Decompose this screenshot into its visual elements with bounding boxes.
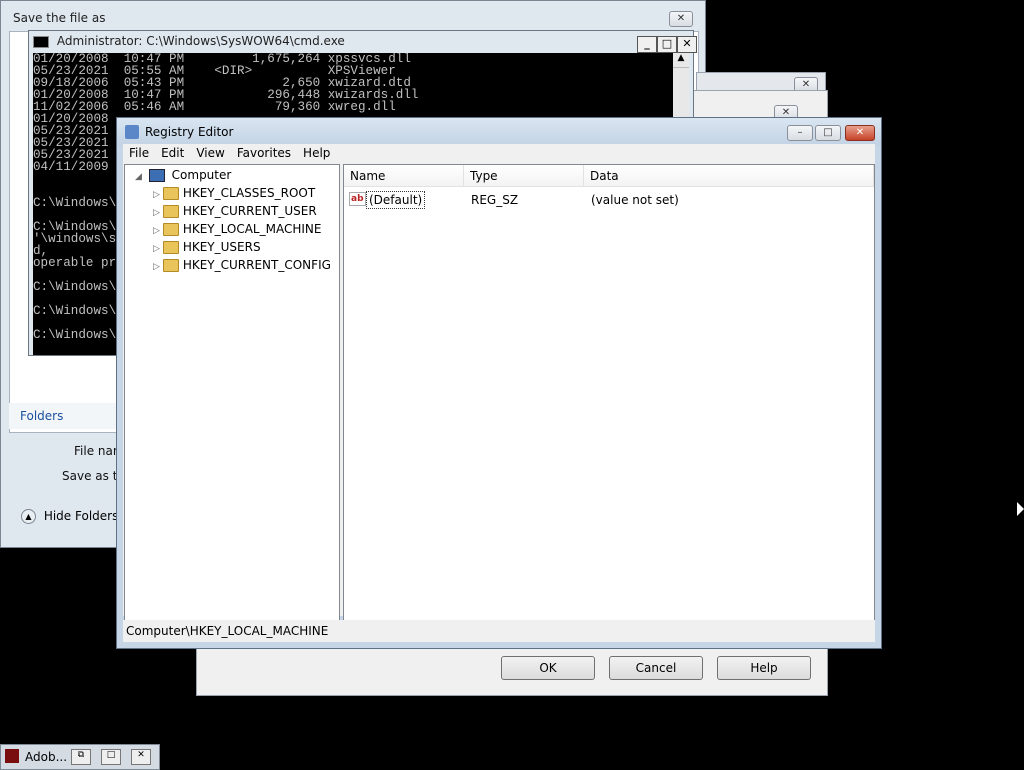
column-data[interactable]: Data [584, 165, 874, 187]
help-button[interactable]: Help [717, 656, 811, 680]
menu-favorites[interactable]: Favorites [231, 144, 297, 162]
value-data: (value not set) [591, 193, 679, 207]
ok-button[interactable]: OK [501, 656, 595, 680]
console-icon [33, 35, 49, 48]
folder-icon [163, 241, 179, 254]
maximize-button[interactable]: □ [657, 36, 677, 53]
hide-folders-label: Hide Folders [43, 509, 119, 523]
folders-pane: Folders [9, 403, 117, 429]
save-dialog-close-button[interactable]: ✕ [669, 11, 693, 27]
tree-item-label: HKEY_USERS [182, 240, 261, 254]
menu-edit[interactable]: Edit [155, 144, 190, 162]
tree-item[interactable]: ▷ HKEY_LOCAL_MACHINE [153, 220, 321, 238]
maximize-icon[interactable]: □ [101, 749, 121, 765]
status-bar: Computer\HKEY_LOCAL_MACHINE [123, 620, 875, 642]
hide-folders-button[interactable]: ▲ Hide Folders [21, 509, 118, 524]
mouse-cursor-icon [1017, 502, 1024, 516]
column-type[interactable]: Type [464, 165, 584, 187]
regedit-close-button[interactable]: ✕ [845, 125, 875, 141]
adobe-icon [5, 749, 19, 763]
values-list[interactable]: Name Type Data ab (Default) REG_SZ (valu… [343, 164, 875, 622]
tree-item[interactable]: ▷ HKEY_USERS [153, 238, 261, 256]
restore-icon[interactable]: ⧉ [71, 749, 91, 765]
cmd-title: Administrator: C:\Windows\SysWOW64\cmd.e… [56, 34, 345, 48]
tree-item-label: HKEY_CLASSES_ROOT [182, 186, 316, 200]
folder-icon [163, 205, 179, 218]
regedit-minimize-button[interactable]: – [787, 125, 813, 141]
tree-root[interactable]: ◢ Computer [135, 166, 231, 184]
console-line: 11/02/2006 05:46 AM 79,360 xwreg.dll [33, 100, 396, 114]
registry-editor-window: Registry Editor – □ ✕ File Edit View Favori… [116, 117, 882, 649]
tree-item-label: HKEY_LOCAL_MACHINE [182, 222, 322, 236]
menu-help[interactable]: Help [297, 144, 336, 162]
save-dialog-title: Save the file as [13, 11, 106, 25]
folder-icon [163, 223, 179, 236]
registry-client: ◢ Computer ▷ HKEY_CLASSES_ROOT ▷ HKEY_CU… [123, 162, 875, 622]
chevron-up-icon: ▲ [21, 509, 36, 524]
menu-file[interactable]: File [123, 144, 155, 162]
regedit-icon [125, 125, 139, 139]
key-tree[interactable]: ◢ Computer ▷ HKEY_CLASSES_ROOT ▷ HKEY_CU… [124, 164, 340, 622]
folder-icon [163, 259, 179, 272]
registry-titlebar: Registry Editor – □ ✕ [117, 118, 881, 146]
close-button[interactable]: ✕ [677, 36, 697, 53]
registry-title: Registry Editor [145, 125, 234, 139]
tree-item[interactable]: ▷ HKEY_CLASSES_ROOT [153, 184, 315, 202]
menu-bar: File Edit View Favorites Help [123, 144, 875, 162]
menu-view[interactable]: View [190, 144, 230, 162]
close-icon[interactable]: ✕ [131, 749, 151, 765]
regedit-maximize-button[interactable]: □ [815, 125, 841, 141]
cancel-button[interactable]: Cancel [609, 656, 703, 680]
tree-item[interactable]: ▷ HKEY_CURRENT_USER [153, 202, 317, 220]
status-path: Computer\HKEY_LOCAL_MACHINE [126, 624, 329, 638]
cmd-titlebar: Administrator: C:\Windows\SysWOW64\cmd.e… [33, 34, 697, 53]
taskbar-item-label: Adob... [25, 750, 68, 764]
collapse-icon[interactable]: ◢ [135, 168, 145, 186]
folders-label[interactable]: Folders [20, 409, 63, 423]
string-value-icon: ab [349, 192, 366, 206]
tree-item-label: HKEY_CURRENT_CONFIG [182, 258, 331, 272]
value-name[interactable]: (Default) [366, 191, 426, 209]
minimize-button[interactable]: _ [637, 36, 657, 53]
tree-item[interactable]: ▷ HKEY_CURRENT_CONFIG [153, 256, 331, 274]
value-type: REG_SZ [471, 193, 519, 207]
scroll-up-arrow-icon[interactable]: ▲ [673, 53, 689, 68]
taskbar-item[interactable]: Adob... ⧉ □ ✕ [0, 744, 160, 770]
computer-icon [148, 169, 165, 182]
column-name[interactable]: Name [344, 165, 464, 187]
folder-icon [163, 187, 179, 200]
tree-item-label: HKEY_CURRENT_USER [182, 204, 317, 218]
expand-icon[interactable]: ▷ [153, 258, 163, 276]
value-row[interactable]: ab (Default) REG_SZ (value not set) [344, 191, 874, 209]
tree-root-label: Computer [171, 168, 232, 182]
